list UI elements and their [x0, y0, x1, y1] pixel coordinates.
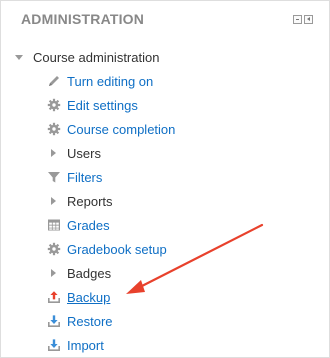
block-header: ADMINISTRATION: [1, 1, 329, 37]
gear-icon: [47, 98, 61, 112]
course-administration-label: Course administration: [33, 49, 160, 65]
nav-item-label[interactable]: Restore: [67, 314, 113, 329]
download-tray-icon: [47, 314, 61, 328]
grades-table-icon: [47, 218, 61, 232]
nav-item-label[interactable]: Turn editing on: [67, 74, 153, 89]
nav-item-label[interactable]: Users: [67, 146, 101, 161]
nav-item-backup[interactable]: Backup: [47, 285, 110, 309]
block-title: ADMINISTRATION: [21, 11, 145, 27]
download-tray-icon: [47, 338, 61, 352]
gear-icon: [47, 122, 61, 136]
minimize-icon[interactable]: [293, 15, 302, 24]
nav-item-import[interactable]: Import: [47, 333, 104, 357]
nav-item-filters[interactable]: Filters: [47, 165, 102, 189]
nav-item-turn-editing-on[interactable]: Turn editing on: [47, 69, 153, 93]
nav-item-grades[interactable]: Grades: [47, 213, 110, 237]
pencil-icon: [47, 74, 61, 88]
nav-item-label[interactable]: Edit settings: [67, 98, 138, 113]
expand-triangle-icon: [51, 269, 56, 277]
upload-tray-icon: [47, 290, 61, 304]
course-administration-node[interactable]: Course administration: [15, 45, 159, 69]
nav-item-gradebook-setup[interactable]: Gradebook setup: [47, 237, 167, 261]
nav-item-users[interactable]: Users: [47, 141, 101, 165]
nav-item-badges[interactable]: Badges: [47, 261, 111, 285]
nav-item-course-completion[interactable]: Course completion: [47, 117, 175, 141]
gear-icon: [47, 242, 61, 256]
dock-icon[interactable]: [304, 15, 313, 24]
filter-icon: [47, 170, 61, 184]
collapse-triangle-icon: [15, 54, 23, 60]
nav-item-label[interactable]: Filters: [67, 170, 102, 185]
expand-triangle-icon: [51, 149, 56, 157]
nav-item-label[interactable]: Reports: [67, 194, 113, 209]
nav-item-label[interactable]: Badges: [67, 266, 111, 281]
nav-item-label[interactable]: Grades: [67, 218, 110, 233]
nav-item-restore[interactable]: Restore: [47, 309, 113, 333]
administration-block: ADMINISTRATION Course administration Tur…: [0, 0, 330, 358]
expand-triangle-icon: [51, 197, 56, 205]
nav-item-edit-settings[interactable]: Edit settings: [47, 93, 138, 117]
nav-item-label[interactable]: Gradebook setup: [67, 242, 167, 257]
nav-item-reports[interactable]: Reports: [47, 189, 113, 213]
nav-item-label[interactable]: Course completion: [67, 122, 175, 137]
nav-item-label[interactable]: Import: [67, 338, 104, 353]
nav-item-label[interactable]: Backup: [67, 290, 110, 305]
block-controls: [293, 15, 313, 24]
